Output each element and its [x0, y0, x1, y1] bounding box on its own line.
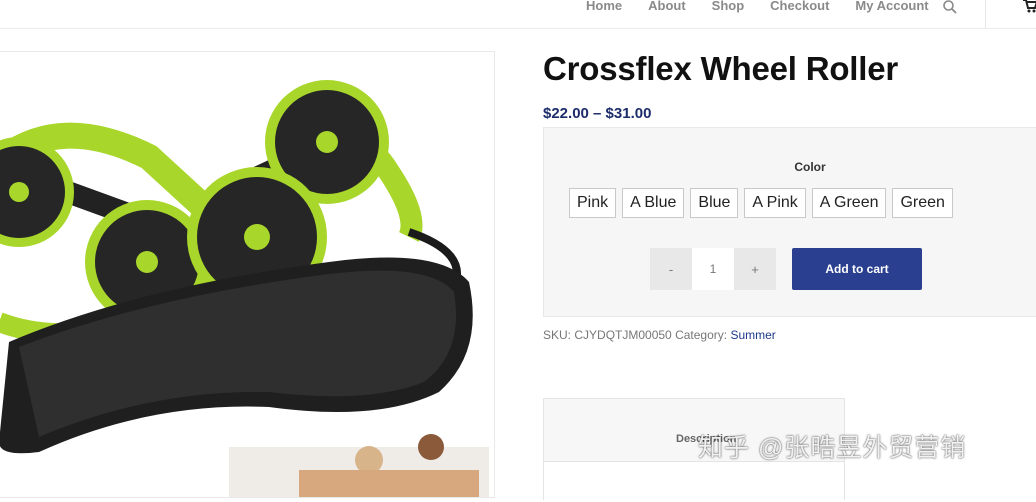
product-title: Crossflex Wheel Roller: [543, 50, 899, 87]
nav-divider: [985, 0, 986, 28]
search-icon[interactable]: [942, 0, 958, 15]
color-swatches: Pink A Blue Blue A Pink A Green Green: [569, 188, 959, 218]
variations-panel: Color Pink A Blue Blue A Pink A Green Gr…: [543, 127, 1036, 317]
watermark: 知乎 @张晧昱外贸营销: [698, 434, 967, 462]
product-photo: [0, 80, 489, 497]
swatch-a-green[interactable]: A Green: [811, 188, 887, 218]
nav-my-account[interactable]: My Account: [855, 0, 928, 13]
product-image[interactable]: [0, 51, 495, 498]
nav-checkout[interactable]: Checkout: [770, 0, 829, 13]
category-link[interactable]: Summer: [730, 328, 775, 342]
quantity-stepper: - 1 +: [650, 248, 776, 290]
sku-value: CJYDQTJM00050: [574, 328, 672, 342]
nav-shop[interactable]: Shop: [712, 0, 745, 13]
quantity-minus-button[interactable]: -: [650, 248, 692, 290]
swatch-a-blue[interactable]: A Blue: [622, 188, 685, 218]
swatch-green[interactable]: Green: [892, 188, 953, 218]
color-label: Color: [794, 160, 826, 174]
product-meta: SKU: CJYDQTJM00050 Category: Summer: [543, 328, 776, 342]
sku-label: SKU:: [543, 328, 572, 342]
category-label: Category:: [675, 328, 728, 342]
add-to-cart-button[interactable]: Add to cart: [792, 248, 922, 290]
main-nav: Home About Shop Checkout My Account: [586, 0, 955, 13]
tab-panel: [544, 461, 844, 502]
nav-about[interactable]: About: [648, 0, 686, 13]
nav-home[interactable]: Home: [586, 0, 622, 13]
cart-icon[interactable]: [1022, 0, 1036, 14]
swatch-pink[interactable]: Pink: [569, 188, 617, 218]
swatch-blue[interactable]: Blue: [690, 188, 739, 218]
quantity-input[interactable]: 1: [692, 248, 734, 290]
product-price: $22.00 – $31.00: [543, 105, 652, 122]
top-bar: Home About Shop Checkout My Account: [0, 0, 1036, 29]
swatch-a-pink[interactable]: A Pink: [744, 188, 806, 218]
quantity-plus-button[interactable]: +: [734, 248, 776, 290]
